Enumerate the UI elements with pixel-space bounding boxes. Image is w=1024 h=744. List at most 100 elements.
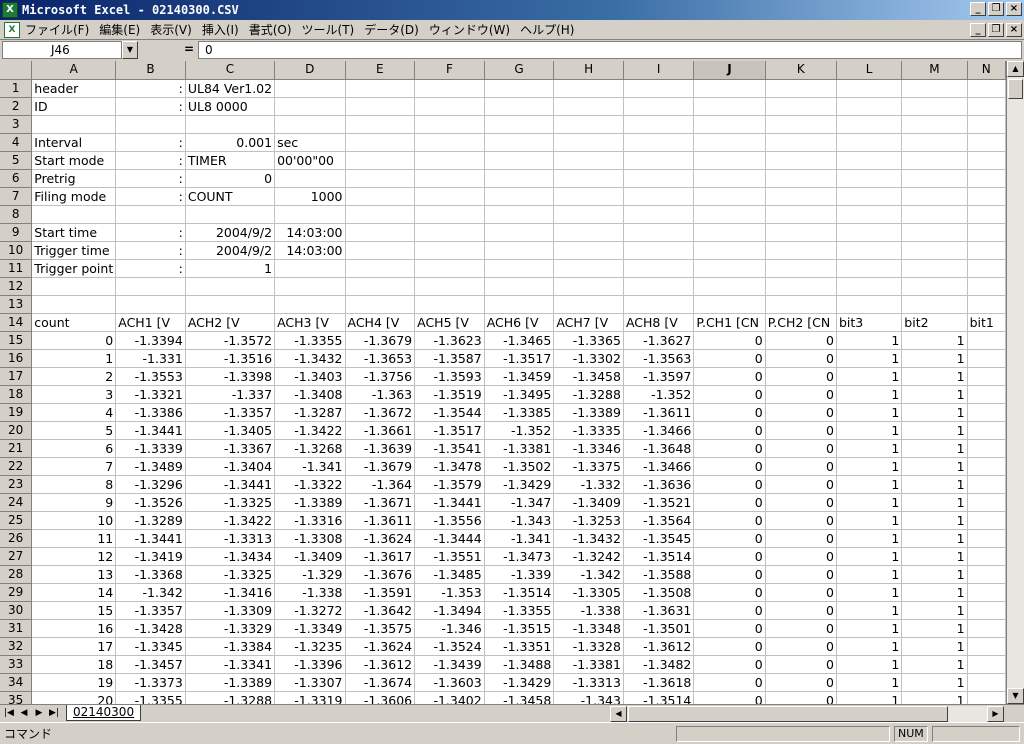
cell[interactable]: 0 — [693, 691, 766, 704]
cell[interactable]: 0 — [693, 403, 766, 422]
cell[interactable] — [623, 97, 695, 116]
cell[interactable]: -1.3606 — [345, 691, 416, 704]
cell[interactable]: -1.3519 — [414, 385, 485, 404]
cell[interactable]: -1.3355 — [274, 331, 346, 350]
cell[interactable] — [693, 79, 766, 98]
cell[interactable]: 0 — [693, 565, 766, 584]
cell[interactable]: -1.3268 — [274, 439, 346, 458]
cell[interactable]: Start time — [31, 223, 117, 242]
cell[interactable] — [967, 619, 1006, 638]
cell[interactable]: -1.3466 — [623, 457, 695, 476]
cell[interactable]: -1.3612 — [623, 637, 695, 656]
cell[interactable]: 0 — [693, 421, 766, 440]
cell[interactable]: -1.3402 — [414, 691, 485, 704]
cell[interactable]: ACH5 [V — [414, 313, 485, 332]
cell[interactable]: 10 — [31, 511, 117, 530]
worksheet-grid[interactable]: ABCDEFGHIJKLMN 1 header: UL84 Ver1.02 2 ID: U… — [0, 61, 1006, 704]
cell[interactable]: -1.3357 — [185, 403, 276, 422]
cell[interactable]: -1.3367 — [185, 439, 276, 458]
cell[interactable] — [484, 151, 555, 170]
cell[interactable]: -1.3313 — [553, 673, 624, 692]
cell[interactable] — [901, 223, 968, 242]
cell[interactable] — [185, 295, 276, 314]
row-header[interactable]: 15 — [0, 331, 33, 350]
cell[interactable]: Start mode — [31, 151, 117, 170]
cell[interactable]: ACH8 [V — [623, 313, 695, 332]
cell[interactable]: 2004/9/2 — [185, 223, 276, 242]
first-sheet-icon[interactable]: |◀ — [2, 706, 16, 721]
cell[interactable]: 1 — [901, 421, 968, 440]
cell[interactable]: -1.343 — [484, 511, 555, 530]
cell[interactable] — [31, 205, 117, 224]
cell[interactable]: bit1 — [967, 313, 1006, 332]
row-header[interactable]: 9 — [0, 223, 33, 242]
cell[interactable]: 8 — [31, 475, 117, 494]
cell[interactable]: -1.3639 — [345, 439, 416, 458]
row-header[interactable]: 12 — [0, 277, 33, 296]
cell[interactable] — [967, 367, 1006, 386]
cell[interactable]: 1 — [836, 385, 903, 404]
cell[interactable]: -1.3335 — [553, 421, 624, 440]
cell[interactable] — [553, 187, 624, 206]
row-header[interactable]: 7 — [0, 187, 33, 206]
cell[interactable]: -1.3403 — [274, 367, 346, 386]
cell[interactable]: -1.3648 — [623, 439, 695, 458]
cell[interactable] — [623, 169, 695, 188]
cell[interactable] — [553, 133, 624, 152]
cell[interactable]: -1.3313 — [185, 529, 276, 548]
cell[interactable] — [967, 151, 1006, 170]
cell[interactable] — [414, 277, 485, 296]
cell[interactable] — [967, 421, 1006, 440]
cell[interactable]: -1.3617 — [345, 547, 416, 566]
column-header-g[interactable]: G — [484, 61, 555, 80]
cell[interactable] — [693, 223, 766, 242]
cell[interactable] — [31, 295, 117, 314]
row-header[interactable]: 34 — [0, 673, 33, 692]
cell[interactable]: 1 — [901, 655, 968, 674]
cell[interactable]: -1.3365 — [553, 331, 624, 350]
cell[interactable]: -1.3556 — [414, 511, 485, 530]
cell[interactable]: 0 — [765, 511, 837, 530]
cell[interactable]: -1.3485 — [414, 565, 485, 584]
cell[interactable]: -1.3373 — [115, 673, 186, 692]
cell[interactable]: 18 — [31, 655, 117, 674]
cell[interactable]: 1 — [901, 565, 968, 584]
cell[interactable] — [553, 241, 624, 260]
cell[interactable] — [967, 241, 1006, 260]
cell[interactable]: 1 — [901, 331, 968, 350]
cell[interactable] — [274, 79, 346, 98]
cell[interactable] — [967, 511, 1006, 530]
cell[interactable]: ACH2 [V — [185, 313, 276, 332]
cell[interactable]: -1.3308 — [274, 529, 346, 548]
cell[interactable]: -1.3441 — [414, 493, 485, 512]
cell[interactable] — [623, 187, 695, 206]
cell[interactable]: -1.3611 — [623, 403, 695, 422]
cell[interactable] — [274, 259, 346, 278]
cell[interactable] — [967, 79, 1006, 98]
cell[interactable]: : — [115, 97, 186, 116]
row-header[interactable]: 17 — [0, 367, 33, 386]
cell[interactable]: -1.3328 — [553, 637, 624, 656]
cell[interactable]: -1.3653 — [345, 349, 416, 368]
column-header-e[interactable]: E — [345, 61, 416, 80]
cell[interactable] — [345, 295, 416, 314]
cell[interactable]: -1.3409 — [553, 493, 624, 512]
row-header[interactable]: 6 — [0, 169, 33, 188]
cell[interactable] — [414, 295, 485, 314]
cell[interactable] — [765, 187, 837, 206]
cell[interactable]: 0 — [765, 583, 837, 602]
cell[interactable] — [693, 277, 766, 296]
row-header[interactable]: 2 — [0, 97, 33, 116]
cell[interactable] — [345, 205, 416, 224]
cell[interactable] — [967, 223, 1006, 242]
cell[interactable] — [623, 205, 695, 224]
last-sheet-icon[interactable]: ▶| — [47, 706, 61, 721]
cell[interactable]: -1.342 — [115, 583, 186, 602]
cell[interactable]: : — [115, 241, 186, 260]
cell[interactable] — [31, 115, 117, 134]
cell[interactable]: -1.3541 — [414, 439, 485, 458]
cell[interactable]: -1.3385 — [484, 403, 555, 422]
cell[interactable] — [484, 79, 555, 98]
cell[interactable]: 1000 — [274, 187, 346, 206]
cell[interactable] — [484, 97, 555, 116]
